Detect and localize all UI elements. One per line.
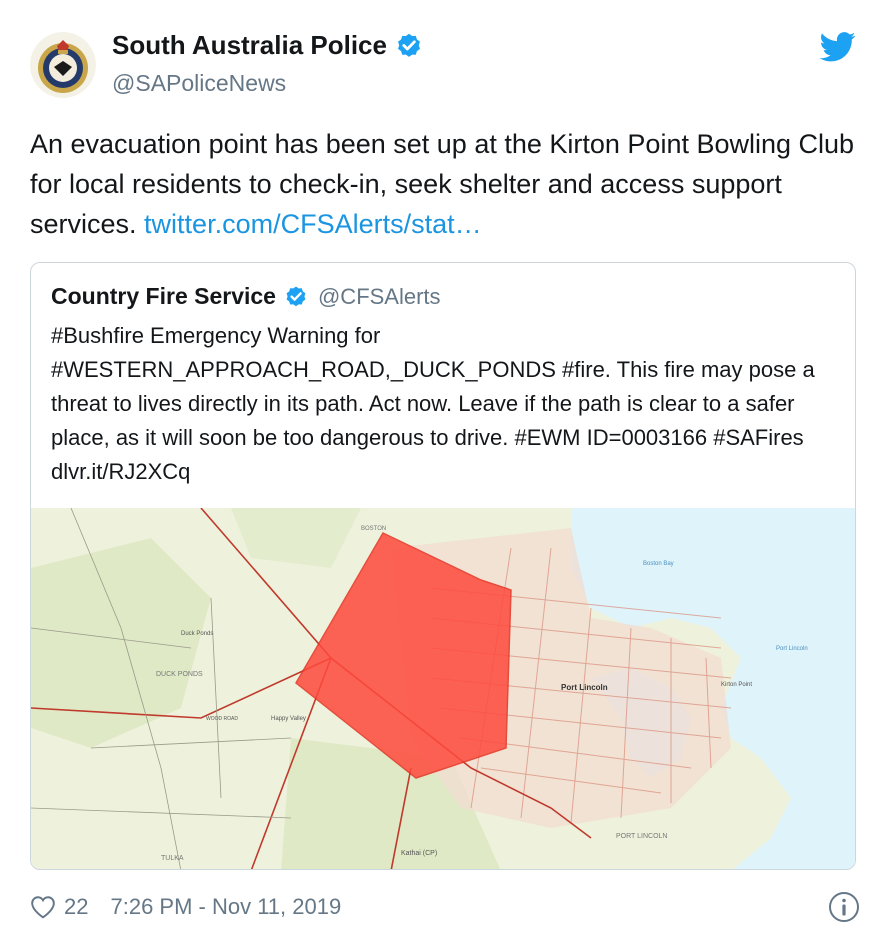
quoted-tweet-text: #Bushfire Emergency Warning for #WESTERN… — [51, 323, 815, 484]
author-avatar[interactable] — [30, 32, 96, 98]
info-icon[interactable] — [828, 891, 860, 923]
author-name[interactable]: South Australia Police — [112, 30, 387, 61]
author-handle[interactable]: @SAPoliceNews — [112, 70, 286, 97]
quoted-author-name[interactable]: Country Fire Service — [51, 283, 276, 310]
heart-icon[interactable] — [30, 895, 56, 919]
map-label-port-lincoln-bay: Port Lincoln — [776, 646, 808, 652]
map-label-duck-ponds-place: Duck Ponds — [181, 631, 213, 637]
map-label-port-lincoln-region: PORT LINCOLN — [616, 833, 667, 840]
fire-warning-map[interactable]: Port Lincoln DUCK PONDS Duck Ponds TULKA… — [31, 508, 856, 870]
quoted-author-handle[interactable]: @CFSAlerts — [318, 284, 441, 310]
verified-badge-icon — [286, 286, 306, 306]
police-badge-logo — [30, 32, 96, 98]
tweet-footer: 22 7:26 PM - Nov 11, 2019 — [30, 890, 860, 924]
verified-badge-icon — [398, 33, 420, 57]
like-count[interactable]: 22 — [64, 894, 88, 920]
map-label-duck-ponds: DUCK PONDS — [156, 671, 203, 678]
map-label-tulka: TULKA — [161, 855, 184, 862]
tweet-timestamp[interactable]: 7:26 PM - Nov 11, 2019 — [110, 894, 341, 920]
map-label-boston-bay: Boston Bay — [643, 561, 674, 567]
tweet-text: An evacuation point has been set up at t… — [30, 124, 860, 244]
map-label-port-lincoln: Port Lincoln — [561, 683, 608, 692]
author-name-row[interactable]: South Australia Police — [112, 30, 423, 61]
map-label-kathai: Kathai (CP) — [401, 850, 437, 857]
quoted-tweet-card[interactable]: Country Fire Service @CFSAlerts #Bushfir… — [30, 262, 856, 870]
map-label-boston: BOSTON — [361, 526, 386, 532]
tweet-quote-link[interactable]: twitter.com/CFSAlerts/stat… — [144, 209, 482, 239]
map-label-wood-road: WOOD ROAD — [206, 716, 238, 722]
quoted-tweet-header: Country Fire Service @CFSAlerts — [51, 283, 441, 310]
twitter-bird-icon[interactable] — [820, 32, 856, 62]
map-label-kirton-point: Kirton Point — [721, 682, 752, 688]
map-label-happy-valley: Happy Valley — [271, 716, 306, 722]
